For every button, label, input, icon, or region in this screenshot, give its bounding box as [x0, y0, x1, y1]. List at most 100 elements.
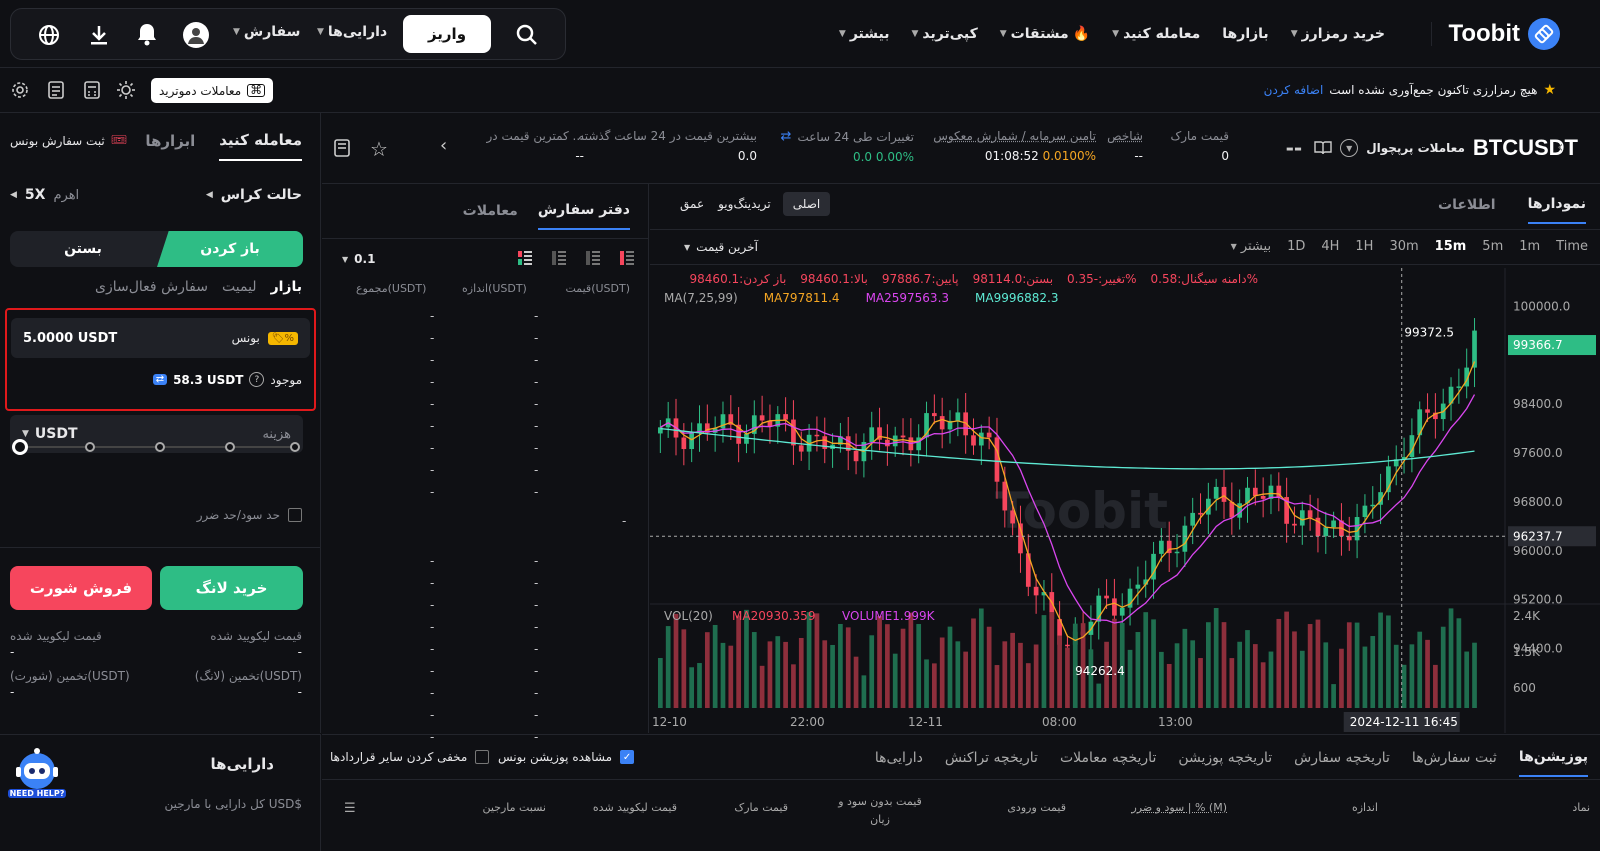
search-icon[interactable] — [515, 23, 539, 47]
chevron-down-icon: ▼ — [999, 29, 1007, 39]
interval-4h[interactable]: 4H — [1321, 239, 1339, 254]
assets-menu[interactable]: ▼ دارایی‌ها — [317, 24, 387, 40]
volume-bar — [1472, 642, 1477, 708]
deposit-button[interactable]: واریز — [403, 15, 491, 53]
nav-buy-crypto[interactable]: خرید رمزارز ▼ — [1291, 26, 1385, 42]
order-type-market[interactable]: بازار — [271, 279, 302, 295]
tab-position-history[interactable]: تاریخچه پوزیشن — [1178, 750, 1272, 776]
filter-settings-icon[interactable]: ☰ — [344, 801, 356, 816]
interval-1m[interactable]: 1m — [1519, 239, 1540, 254]
notification-bell-icon[interactable] — [135, 22, 159, 46]
close-position-tab[interactable]: بستن — [10, 231, 156, 267]
help-circle-icon[interactable]: ? — [249, 372, 265, 387]
interval-more[interactable]: بیشتر ▼ — [1231, 239, 1271, 254]
interval-1d[interactable]: 1D — [1287, 239, 1305, 254]
tab-trade[interactable]: معامله کنید — [219, 131, 302, 161]
interval-5m[interactable]: 5m — [1482, 239, 1503, 254]
tab-orderbook[interactable]: دفتر سفارش — [537, 202, 630, 230]
order-type-limit[interactable]: لیمیت — [222, 279, 257, 295]
view-tradingview[interactable]: تریدینگ‌ویو — [712, 192, 777, 216]
tab-positions[interactable]: پوزیشن‌ها — [1518, 749, 1588, 777]
tab-open-orders[interactable]: ثبت سفارش‌ها — [1412, 750, 1497, 776]
view-asks-icon[interactable] — [586, 251, 600, 269]
buy-long-button[interactable]: خرید لانگ — [160, 566, 303, 610]
volume-bar — [751, 632, 757, 708]
orders-menu[interactable]: ▼ سفارش — [233, 24, 300, 40]
add-favorites-link[interactable]: اضافه کردن — [1264, 83, 1324, 97]
nav-copy-trade[interactable]: کپی‌ترید ▼ — [911, 26, 977, 42]
volume-bar — [1393, 644, 1399, 708]
demo-trade-button[interactable]: معاملات دموترید ⌘ — [151, 78, 274, 103]
nav-more[interactable]: بیشتر ▼ — [839, 26, 890, 42]
view-depth-icon[interactable] — [620, 251, 634, 269]
book-icon[interactable] — [1314, 140, 1332, 156]
ticker-prev-chevron[interactable]: ‹ — [1557, 137, 1563, 156]
view-both-icon[interactable] — [518, 251, 532, 269]
slider-handle[interactable] — [12, 439, 28, 455]
stat-funding[interactable]: تامین سرمایه / شمارش معکوس 01:08:52 0.01… — [933, 129, 1096, 163]
orderbook-cell: - — [534, 463, 539, 477]
nav-trade[interactable]: معامله کنید ▼ — [1112, 26, 1200, 42]
caret-left-icon: ◀ — [10, 190, 17, 200]
sell-short-button[interactable]: فروش شورت — [10, 566, 152, 610]
checkbox-icon[interactable] — [475, 750, 490, 764]
document-icon[interactable] — [46, 80, 66, 100]
tab-trades[interactable]: معاملات — [463, 203, 518, 229]
tpsl-checkbox[interactable]: حد سود/حد ضرر — [197, 508, 302, 522]
volume-bar — [892, 653, 898, 708]
contract-info-icon[interactable] — [334, 139, 350, 157]
view-depth[interactable]: عمق — [674, 192, 710, 216]
hide-others-checkbox[interactable]: مخفی کردن سایر قراردادها — [330, 750, 490, 764]
tab-tools[interactable]: ابزارها — [145, 132, 195, 160]
order-type-trigger[interactable]: سفارش فعال‌سازی — [95, 279, 208, 295]
checkbox-checked-icon[interactable]: ✓ — [620, 750, 635, 764]
help-bot[interactable]: NEED HELP? — [8, 745, 66, 803]
margin-mode-select[interactable]: حالت کراس ◀ — [206, 187, 302, 203]
language-globe-icon[interactable] — [37, 23, 61, 47]
symbol-block[interactable]: BTCUSDT معاملات پرپچوال ▼ -- — [1286, 135, 1578, 161]
col-mark-price: قیمت مارک — [734, 801, 788, 814]
nav-derivatives[interactable]: 🔥 مشتقات ▼ — [1000, 26, 1090, 42]
interval-1h[interactable]: 1H — [1355, 239, 1373, 254]
stat-index[interactable]: شاخص -- — [1107, 129, 1143, 163]
user-avatar-icon[interactable] — [183, 22, 209, 48]
tab-transaction-history[interactable]: تاریخچه تراکنش — [945, 750, 1038, 776]
order-type-tabs: بازار لیمیت سفارش فعال‌سازی — [95, 279, 302, 295]
tab-info[interactable]: اطلاعات — [1438, 197, 1496, 223]
interval-15m[interactable]: 15m — [1435, 239, 1467, 254]
brand-logo[interactable]: Toobit — [1448, 18, 1560, 50]
tab-trade-history[interactable]: تاریخچه معاملات — [1060, 750, 1156, 776]
volume-bar — [1143, 612, 1149, 708]
col-pnl[interactable]: سود و ضرر | % (M) — [1131, 801, 1227, 814]
nav-markets[interactable]: بازارها — [1222, 26, 1268, 42]
theme-sun-icon[interactable] — [116, 80, 136, 100]
view-bids-icon[interactable] — [552, 251, 566, 269]
calculator-icon[interactable] — [82, 80, 102, 100]
interval-time[interactable]: Time — [1556, 239, 1588, 254]
interval-30m[interactable]: 30m — [1389, 239, 1418, 254]
caret-down-icon: ▼ — [684, 242, 691, 252]
precision-select[interactable]: ▼ 0.1 — [342, 252, 375, 266]
volume-bar — [877, 615, 882, 708]
tab-charts[interactable]: نمودارها — [1527, 196, 1586, 224]
price-source-select[interactable]: ▼ آخرین قیمت — [684, 240, 758, 254]
tab-assets[interactable]: دارایی‌ها — [875, 750, 923, 776]
download-icon[interactable] — [87, 23, 111, 47]
chevron-down-circle-icon[interactable]: ▼ — [1340, 139, 1359, 157]
favorite-star-icon[interactable]: ☆ — [370, 137, 388, 161]
transfer-icon[interactable]: ⇄ — [152, 374, 168, 385]
bonus-order-link[interactable]: ثبت سفارش بونس 🎟 — [10, 133, 127, 148]
candlestick-chart[interactable]: Toobit100000.098400.097600.096800.096000… — [650, 268, 1600, 733]
amount-slider[interactable] — [12, 439, 300, 455]
checkbox-icon[interactable] — [288, 508, 302, 522]
ticker-next-chevron[interactable]: ‹ — [440, 135, 447, 156]
tab-order-history[interactable]: تاریخچه سفارش — [1294, 750, 1390, 776]
settings-gear-icon[interactable] — [10, 80, 30, 100]
volume-bar — [986, 626, 992, 708]
orderbook-cell: - — [534, 485, 539, 499]
open-position-tab[interactable]: باز کردن — [157, 231, 303, 267]
candle-body — [1104, 595, 1109, 599]
leverage-select[interactable]: ◀ 5X اهرم — [10, 187, 79, 203]
show-bonus-checkbox[interactable]: مشاهده پوزیشن بونس ✓ — [498, 750, 635, 764]
view-basic[interactable]: اصلی — [782, 192, 831, 216]
